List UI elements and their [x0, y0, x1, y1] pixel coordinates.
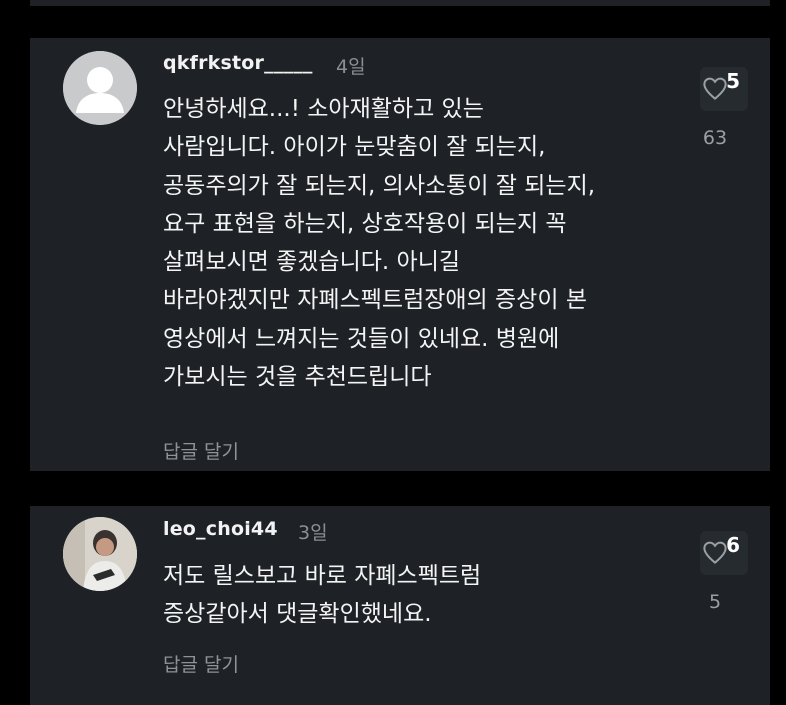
comment-time: 4일 — [336, 56, 366, 78]
comment-text-line: 영상에서 느껴지는 것들이 있네요. 병원에 — [163, 325, 560, 352]
comment-text: 안녕하세요...! 소아재활하고 있는 사람입니다. 아이가 눈맞춤이 잘 되는… — [163, 90, 595, 396]
reply-button[interactable]: 답글 달기 — [163, 437, 239, 464]
comment-text-line: 안녕하세요...! 소아재활하고 있는 — [163, 96, 484, 122]
default-avatar-icon[interactable] — [63, 51, 137, 125]
comment-username[interactable]: leo_choi44 — [163, 518, 278, 540]
like-count: 63 — [702, 127, 728, 149]
comment-time: 3일 — [298, 522, 328, 544]
comment-text-line: 저도 릴스보고 바로 자폐스펙트럼 — [163, 563, 482, 589]
comment-text-line: 사람입니다. 아이가 눈맞춤이 잘 되는지, — [163, 134, 546, 161]
like-button[interactable]: 5 — [700, 67, 748, 111]
comment-text-line: 공동주의가 잘 되는지, 의사소통이 잘 되는지, — [163, 172, 596, 199]
comment-text-line: 살펴보시면 좋겠습니다. 아니길 — [163, 249, 461, 276]
reply-button[interactable]: 답글 달기 — [163, 650, 239, 677]
like-count: 5 — [708, 591, 722, 613]
comment-text-line: 요구 표현을 하는지, 상호작용이 되는지 꼭 — [163, 210, 567, 237]
previous-comment-card-edge — [30, 0, 770, 6]
comment-username[interactable]: qkfrkstor_____ — [163, 52, 313, 74]
profile-photo-avatar[interactable] — [63, 517, 137, 591]
comment-text-line: 증상같아서 댓글확인했네요. — [163, 601, 432, 628]
comment-text-line: 가보시는 것을 추천드립니다 — [163, 364, 432, 391]
comment-text-line: 바라야겠지만 자폐스펙트럼장애의 증상이 본 — [163, 287, 587, 314]
like-badge: 5 — [726, 69, 740, 93]
like-badge: 6 — [726, 533, 740, 557]
like-button[interactable]: 6 — [700, 531, 748, 575]
comment-text: 저도 릴스보고 바로 자폐스펙트럼 증상같아서 댓글확인했네요. — [163, 557, 481, 634]
